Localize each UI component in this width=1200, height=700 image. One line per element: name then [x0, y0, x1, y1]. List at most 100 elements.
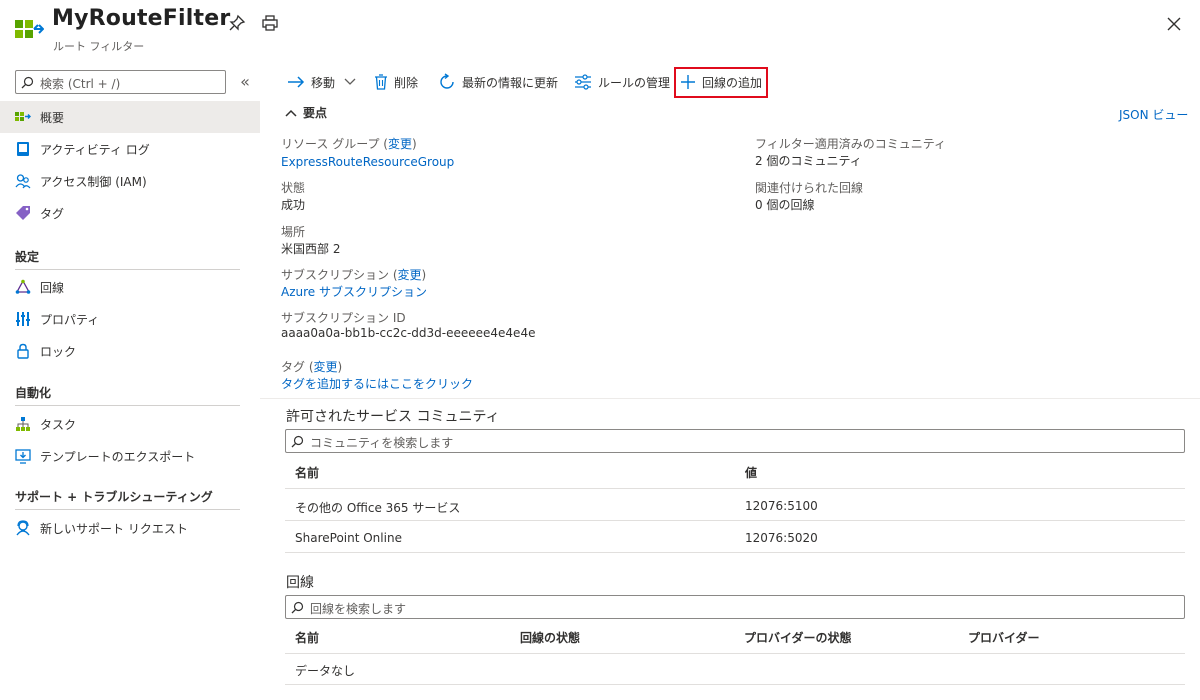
section-divider: [15, 269, 240, 270]
sidebar-item-circuits[interactable]: 回線: [0, 271, 260, 303]
sidebar-item-label: プロパティ: [40, 313, 100, 327]
page-title: MyRouteFilter: [52, 6, 231, 31]
column-header-circuit-status[interactable]: 回線の状態: [520, 629, 580, 646]
move-label: 移動: [311, 75, 336, 90]
essentials-toggle[interactable]: 要点: [285, 104, 327, 121]
community-search-placeholder: コミュニティを検索します: [310, 436, 454, 450]
access-control-icon: [15, 174, 31, 189]
resource-group-label-text: リソース グループ (: [281, 137, 388, 151]
column-header-name[interactable]: 名前: [295, 629, 319, 646]
sidebar-item-label: テンプレートのエクスポート: [40, 450, 196, 464]
tags-change-link[interactable]: 変更: [314, 360, 338, 374]
refresh-icon: [440, 73, 454, 89]
section-title-automation: 自動化: [15, 386, 52, 400]
essentials-title: 要点: [303, 106, 328, 120]
add-tags-link[interactable]: タグを追加するにはここをクリック: [281, 375, 473, 392]
subscription-change-link[interactable]: 変更: [398, 268, 422, 282]
close-paren: ): [412, 137, 417, 151]
row-divider: [285, 552, 1185, 553]
sidebar-search-input[interactable]: 検索 (Ctrl + /): [15, 70, 226, 94]
sidebar-item-overview[interactable]: 概要: [0, 101, 260, 133]
subscription-value-link[interactable]: Azure サブスクリプション: [281, 283, 427, 300]
json-view-link[interactable]: JSON ビュー: [1119, 106, 1188, 123]
move-button[interactable]: 移動: [287, 69, 357, 95]
tags-label-text: タグ (: [281, 360, 314, 374]
resource-group-change-link[interactable]: 変更: [388, 137, 412, 151]
column-header-name[interactable]: 名前: [295, 464, 319, 481]
lock-icon: [17, 343, 29, 359]
column-header-provider[interactable]: プロバイダー: [968, 629, 1040, 646]
row-divider: [285, 684, 1185, 685]
column-header-provider-status[interactable]: プロバイダーの状態: [744, 629, 852, 646]
sidebar-item-label: ロック: [40, 345, 77, 359]
section-title-support: サポート + トラブルシューティング: [15, 490, 213, 504]
row-divider: [285, 488, 1185, 489]
collapse-sidebar-button[interactable]: «: [236, 72, 254, 91]
arrow-right-icon: [288, 76, 305, 88]
circuits-table-title: 回線: [286, 575, 314, 591]
row-divider: [285, 520, 1185, 521]
pin-icon[interactable]: [228, 14, 246, 32]
chevron-down-icon: [344, 78, 356, 85]
circuits-value: 0 個の回線: [755, 198, 815, 212]
manage-rules-button[interactable]: ルールの管理: [574, 69, 670, 95]
sidebar-item-access-control[interactable]: アクセス制御 (IAM): [0, 165, 260, 197]
table-cell-value: 12076:5100: [745, 499, 818, 513]
location-label: 場所: [281, 225, 306, 239]
resource-group-value-link[interactable]: ExpressRouteResourceGroup: [281, 155, 454, 169]
communities-label: フィルター適用済みのコミュニティ: [755, 137, 947, 151]
tags-label: タグ (変更): [281, 358, 342, 375]
subscription-id-value: aaaa0a0a-bb1b-cc2c-dd3d-eeeeee4e4e4e: [281, 326, 536, 340]
circuit-search-placeholder: 回線を検索します: [310, 602, 407, 616]
subscription-label: サブスクリプション (変更): [281, 266, 426, 283]
support-request-icon: [16, 520, 30, 536]
page-subtitle: ルート フィルター: [53, 40, 145, 53]
circuit-search-input[interactable]: 回線を検索します: [285, 595, 1185, 619]
sidebar-item-lock[interactable]: ロック: [0, 335, 260, 367]
sidebar-item-label: 回線: [40, 281, 65, 295]
delete-button[interactable]: 削除: [374, 69, 418, 95]
status-value: 成功: [281, 198, 306, 212]
add-circuit-highlight: [674, 67, 768, 98]
sidebar: 検索 (Ctrl + /) « 概要 アクティビティ ログ アクセス制御 (IA…: [0, 64, 260, 700]
route-filter-icon: [15, 20, 44, 38]
sidebar-item-label: タグ: [40, 207, 65, 221]
communities-value: 2 個のコミュニティ: [755, 154, 862, 168]
sidebar-item-activity-log[interactable]: アクティビティ ログ: [0, 133, 260, 165]
close-paren: ): [421, 268, 427, 282]
sidebar-item-label: 新しいサポート リクエスト: [40, 522, 188, 536]
route-filter-icon: [15, 112, 31, 121]
search-icon: [21, 76, 34, 89]
sidebar-item-export-template[interactable]: テンプレートのエクスポート: [0, 440, 260, 472]
sidebar-item-label: タスク: [40, 418, 77, 432]
community-search-input[interactable]: コミュニティを検索します: [285, 429, 1185, 453]
search-icon: [291, 601, 304, 614]
close-icon[interactable]: [1164, 14, 1184, 34]
sidebar-item-tags[interactable]: タグ: [0, 197, 260, 229]
section-divider: [260, 398, 1200, 399]
trash-icon: [375, 74, 387, 90]
section-divider: [15, 405, 240, 406]
search-icon: [291, 435, 304, 448]
column-header-value[interactable]: 値: [745, 464, 757, 481]
print-icon[interactable]: [261, 14, 279, 32]
status-label: 状態: [281, 181, 306, 195]
activity-log-icon: [17, 142, 29, 156]
sidebar-item-tasks[interactable]: タスク: [0, 408, 260, 440]
circuit-icon: [15, 279, 31, 294]
section-title-settings: 設定: [15, 250, 40, 264]
table-cell-value: 12076:5020: [745, 531, 818, 545]
sidebar-search-placeholder: 検索 (Ctrl + /): [40, 77, 121, 91]
section-divider: [15, 509, 240, 510]
sidebar-item-properties[interactable]: プロパティ: [0, 303, 260, 335]
settings-sliders-icon: [575, 74, 591, 90]
subscription-id-label: サブスクリプション ID: [281, 311, 406, 325]
table-cell-name: その他の Office 365 サービス: [295, 501, 461, 515]
sidebar-item-new-support-request[interactable]: 新しいサポート リクエスト: [0, 512, 260, 544]
chevron-up-icon: [285, 109, 297, 117]
refresh-button[interactable]: 最新の情報に更新: [438, 69, 558, 95]
delete-label: 削除: [394, 75, 419, 90]
table-cell-name: SharePoint Online: [295, 531, 402, 545]
close-paren: ): [337, 360, 343, 374]
sidebar-item-label: アクセス制御 (IAM): [40, 175, 147, 189]
